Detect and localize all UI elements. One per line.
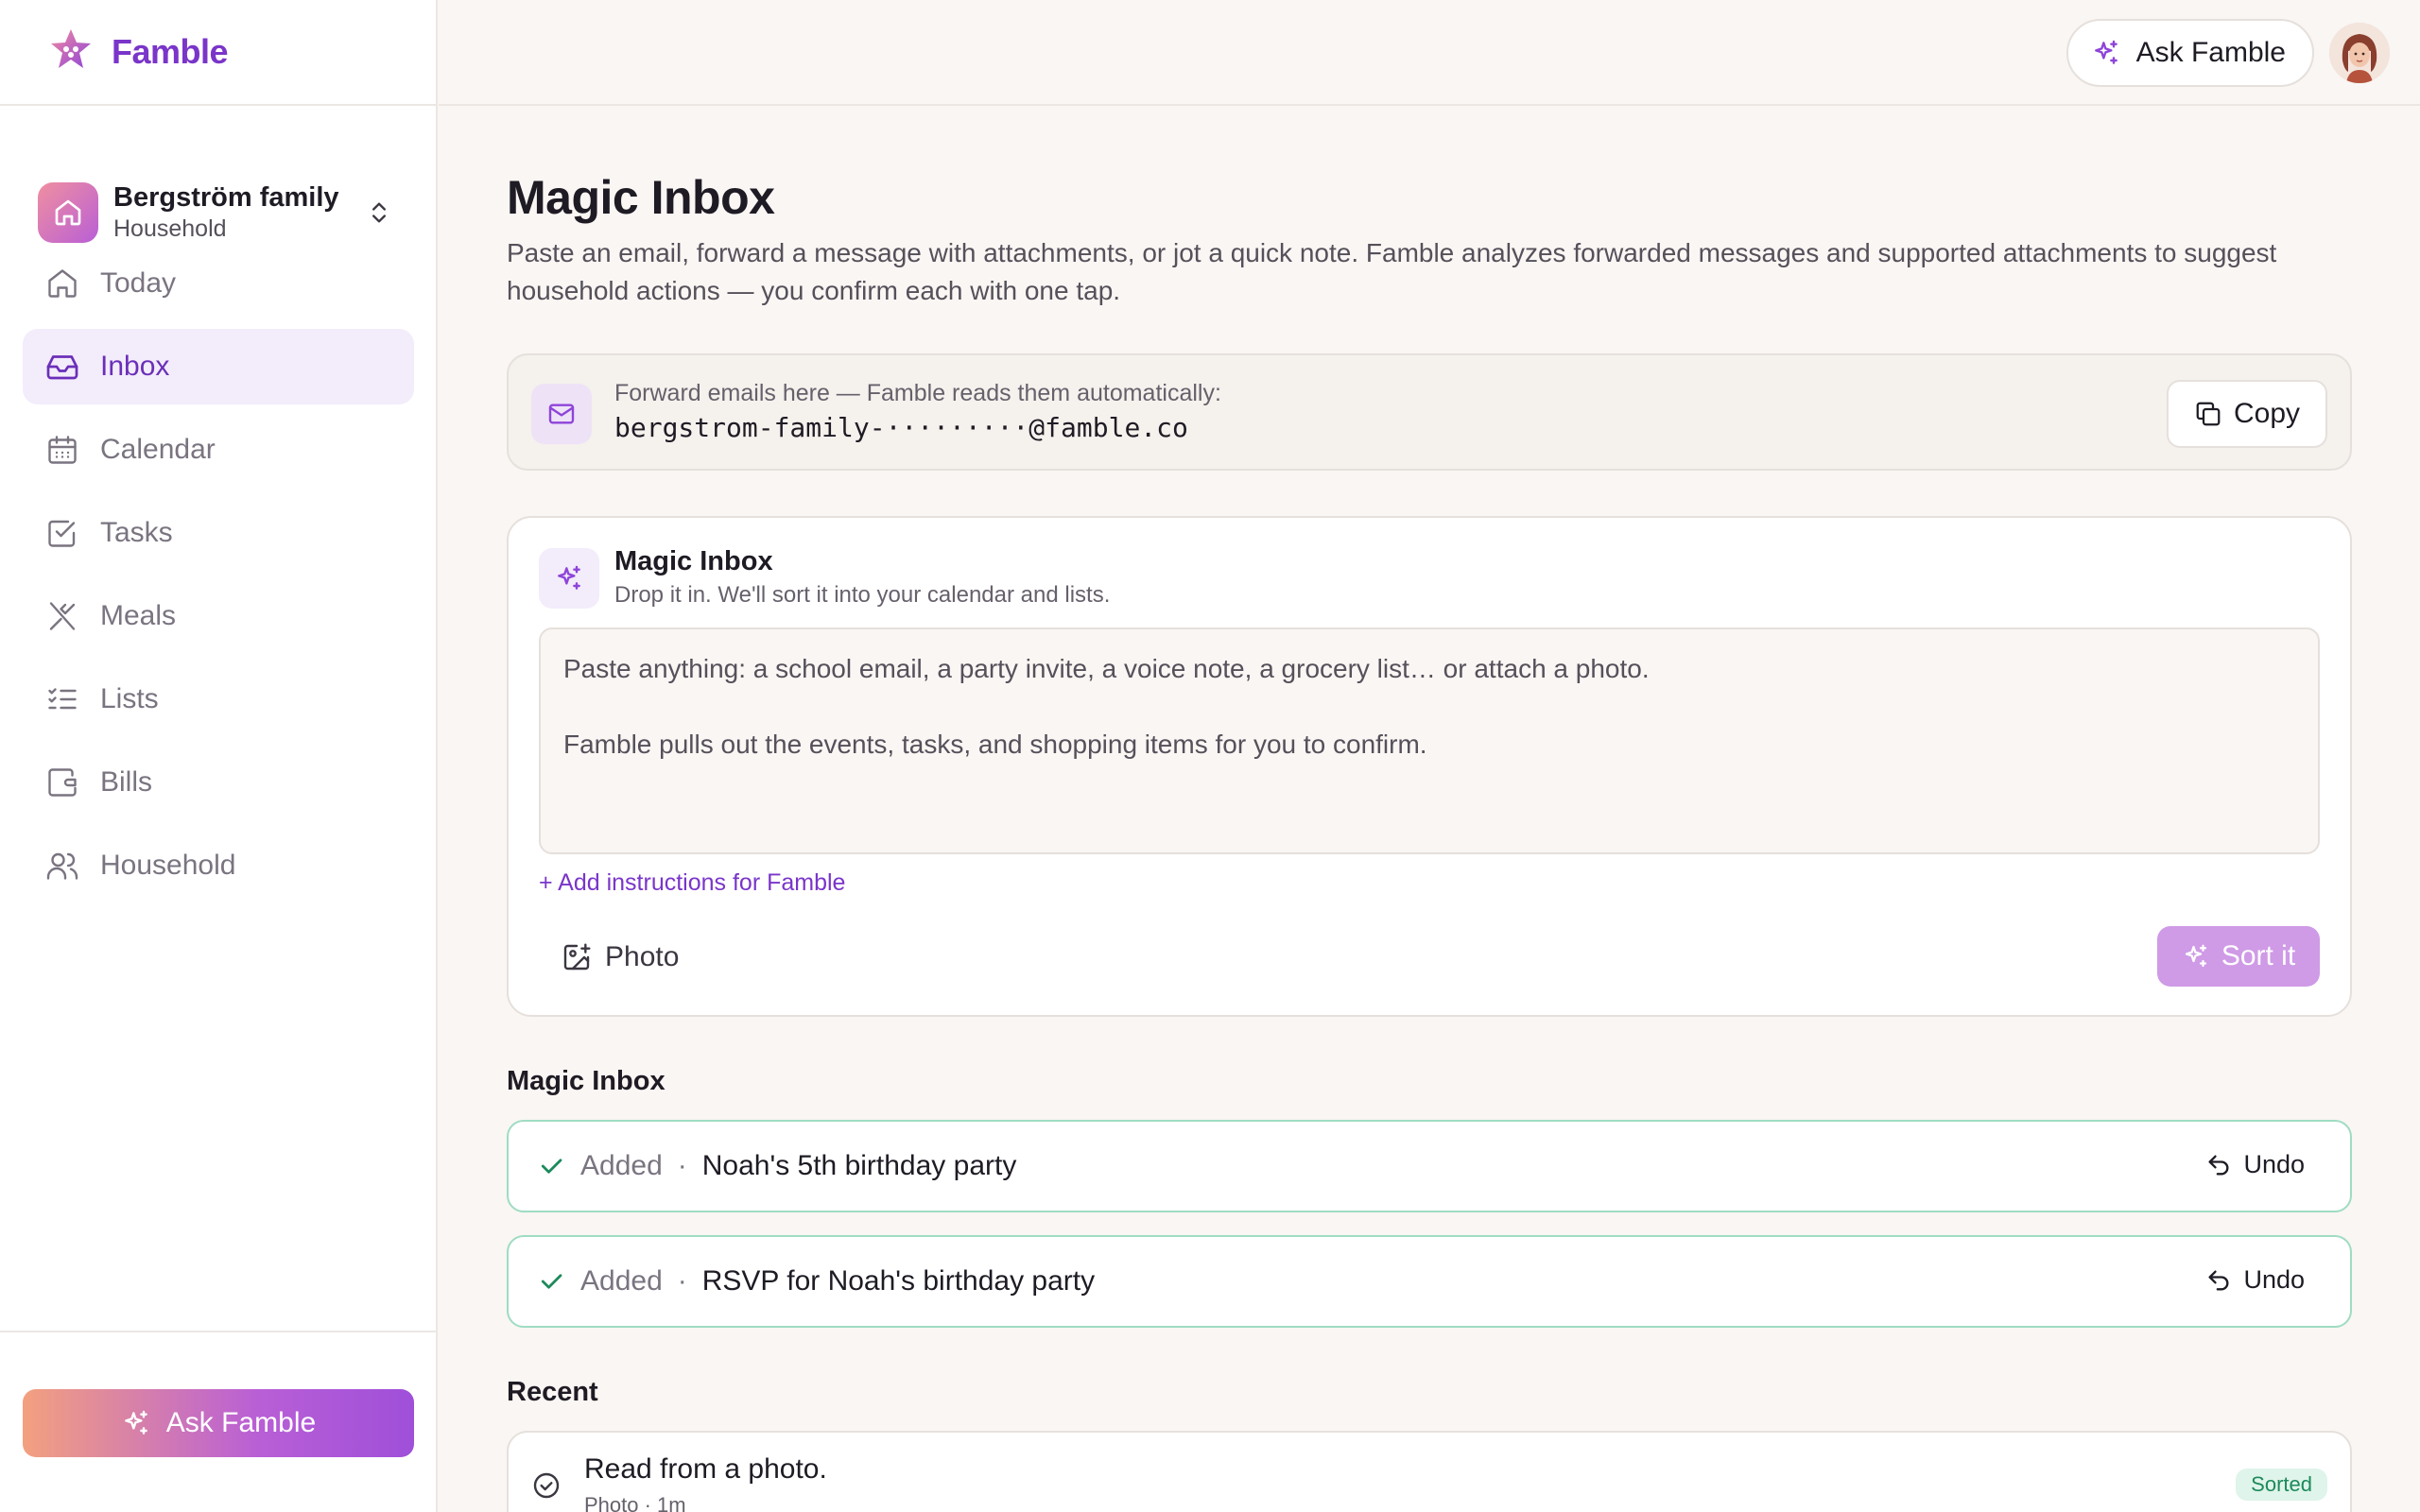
result-name: Noah's 5th birthday party xyxy=(701,1150,1017,1181)
main-nav: Today Inbox Calendar Tasks Meals Lists B… xyxy=(23,246,414,911)
page-subtitle: Paste an email, forward a message with a… xyxy=(507,238,2277,305)
undo-label: Undo xyxy=(2243,1265,2305,1294)
composer-subtitle: Drop it in. We'll sort it into your cale… xyxy=(614,582,1111,608)
famble-logo-icon xyxy=(47,26,95,78)
check-circle-icon xyxy=(533,1472,560,1499)
household-avatar xyxy=(38,182,98,243)
check-icon xyxy=(541,1159,562,1174)
brand[interactable]: Famble xyxy=(0,0,436,106)
nav-label: Tasks xyxy=(100,517,173,548)
undo-button[interactable]: Undo xyxy=(2205,1150,2305,1179)
mail-icon xyxy=(531,384,592,444)
result-row: Added · Noah's 5th birthday party Undo xyxy=(507,1120,2352,1212)
forward-label: Forward emails here — Famble reads them … xyxy=(614,380,1221,406)
undo-label: Undo xyxy=(2243,1150,2305,1178)
nav-label: Lists xyxy=(100,683,159,714)
nav-item-tasks[interactable]: Tasks xyxy=(23,495,414,571)
copy-button[interactable]: Copy xyxy=(2167,380,2327,448)
sidebar: Famble Bergström family Household Today … xyxy=(0,0,438,1512)
composer-textarea[interactable]: Paste anything: a school email, a party … xyxy=(539,627,2320,854)
result-name: RSVP for Noah's birthday party xyxy=(701,1265,1096,1297)
copy-icon xyxy=(2196,402,2221,426)
result-status: Added xyxy=(580,1150,663,1181)
nav-item-bills[interactable]: Bills xyxy=(23,745,414,820)
sort-it-button[interactable]: Sort it xyxy=(2157,926,2320,987)
image-plus-icon xyxy=(563,943,591,971)
chevrons-up-down-icon[interactable] xyxy=(360,194,398,232)
sidebar-footer: Ask Famble xyxy=(0,1331,436,1512)
ask-famble-sidebar-button[interactable]: Ask Famble xyxy=(23,1389,414,1457)
top-bar: Ask Famble xyxy=(439,0,2420,106)
photo-label: Photo xyxy=(605,941,680,972)
sort-it-label: Sort it xyxy=(2221,940,2296,971)
ask-famble-label: Ask Famble xyxy=(2135,37,2286,68)
undo-icon xyxy=(2208,1155,2229,1175)
household-name: Bergström family xyxy=(113,182,339,213)
recent-meta: Photo · 1m xyxy=(584,1493,686,1512)
undo-icon xyxy=(2208,1270,2229,1290)
users-icon xyxy=(46,852,78,880)
nav-item-meals[interactable]: Meals xyxy=(23,578,414,654)
checkbox-icon xyxy=(48,520,76,547)
brand-name: Famble xyxy=(112,32,229,71)
home-icon xyxy=(48,269,77,298)
utensils-icon xyxy=(49,602,76,630)
sparkles-icon xyxy=(124,1410,147,1435)
user-avatar[interactable] xyxy=(2329,23,2390,83)
main-content: Magic Inbox Paste an email, forward a me… xyxy=(507,106,2352,1512)
nav-label: Today xyxy=(100,267,177,299)
add-instructions-link[interactable]: + Add instructions for Famble xyxy=(539,869,845,897)
nav-item-lists[interactable]: Lists xyxy=(23,662,414,737)
separator-dot: · xyxy=(677,1265,687,1297)
sparkles-icon xyxy=(2185,944,2206,968)
nav-label: Meals xyxy=(100,600,177,631)
sparkles-icon xyxy=(539,548,599,609)
household-type: Household xyxy=(113,215,227,242)
page-title: Magic Inbox xyxy=(507,171,775,224)
results-heading: Magic Inbox xyxy=(507,1066,666,1096)
recent-title: Read from a photo. xyxy=(584,1453,827,1485)
undo-button[interactable]: Undo xyxy=(2205,1265,2305,1295)
magic-inbox-composer: Magic Inbox Drop it in. We'll sort it in… xyxy=(507,516,2352,1017)
photo-button[interactable]: Photo xyxy=(562,941,679,973)
inbox-icon xyxy=(46,355,78,380)
forward-address[interactable]: bergstrom-family-·········@famble.co xyxy=(614,412,1188,443)
home-icon xyxy=(55,199,81,226)
nav-label: Household xyxy=(100,850,236,881)
nav-item-calendar[interactable]: Calendar xyxy=(23,412,414,488)
list-icon xyxy=(48,688,77,710)
nav-label: Inbox xyxy=(100,351,170,382)
nav-item-household[interactable]: Household xyxy=(23,828,414,903)
sparkles-icon xyxy=(2094,40,2118,64)
calendar-icon xyxy=(48,436,77,464)
recent-item[interactable]: Read from a photo. Photo · 1m Sorted xyxy=(507,1431,2352,1512)
nav-item-today[interactable]: Today xyxy=(23,246,414,321)
forward-address-card: Forward emails here — Famble reads them … xyxy=(507,353,2352,471)
ask-famble-button[interactable]: Ask Famble xyxy=(2066,19,2314,87)
nav-label: Calendar xyxy=(100,434,216,465)
separator-dot: · xyxy=(677,1150,687,1181)
check-icon xyxy=(541,1274,562,1289)
nav-item-inbox[interactable]: Inbox xyxy=(23,329,414,404)
composer-title: Magic Inbox xyxy=(614,546,773,576)
result-status: Added xyxy=(580,1265,663,1297)
result-row: Added · RSVP for Noah's birthday party U… xyxy=(507,1235,2352,1328)
recent-heading: Recent xyxy=(507,1377,598,1407)
wallet-icon xyxy=(48,768,77,797)
status-badge: Sorted xyxy=(2236,1469,2327,1501)
ask-famble-label: Ask Famble xyxy=(165,1407,317,1438)
copy-label: Copy xyxy=(2233,398,2301,429)
nav-label: Bills xyxy=(100,766,153,798)
